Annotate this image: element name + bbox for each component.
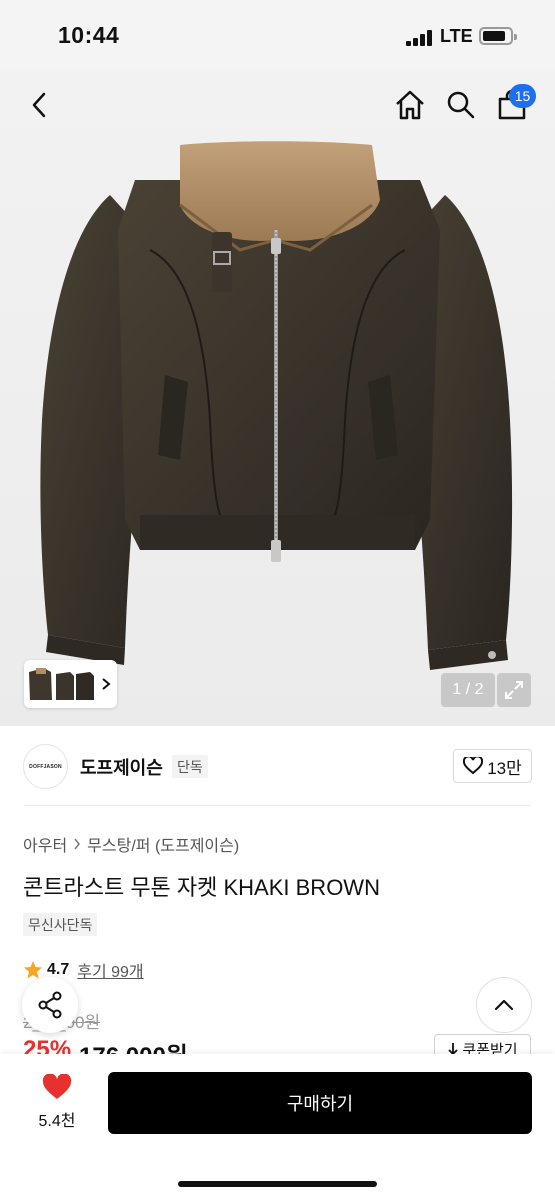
divider	[24, 805, 531, 806]
buy-button[interactable]: 구매하기	[108, 1072, 532, 1134]
exclusive-tag: 무신사단독	[23, 913, 98, 936]
expand-button[interactable]	[497, 673, 531, 707]
product-title: 콘트라스트 무톤 자켓 KHAKI BROWN	[23, 875, 380, 900]
brand-name[interactable]: 도프제이슨	[80, 754, 163, 780]
chevron-up-icon	[494, 999, 514, 1011]
wish-button[interactable]: 5.4천	[26, 1074, 88, 1134]
share-button[interactable]	[22, 977, 78, 1033]
network-label: LTE	[440, 26, 473, 46]
heart-outline-icon	[463, 757, 484, 775]
home-indicator	[178, 1181, 377, 1187]
status-time: 10:44	[58, 22, 120, 48]
star-icon	[24, 961, 42, 979]
heart-filled-icon	[42, 1074, 72, 1099]
reviews-link[interactable]: 후기 99개	[77, 958, 143, 982]
breadcrumb: 아우터 무스탕/퍼 (도프제이슨)	[23, 832, 239, 856]
chevron-left-icon	[32, 92, 46, 118]
like-button[interactable]: 13만	[453, 749, 532, 783]
home-icon	[396, 90, 424, 120]
brand-logo-text: DOFFJASON	[29, 763, 62, 770]
home-button[interactable]	[386, 70, 434, 140]
signal-icon	[406, 30, 434, 46]
top-nav	[0, 70, 555, 140]
wish-count: 5.4천	[38, 1113, 76, 1130]
search-button[interactable]	[437, 70, 485, 140]
search-icon	[447, 91, 475, 119]
scroll-top-button[interactable]	[476, 977, 532, 1033]
breadcrumb-item[interactable]: 무스탕/퍼 (도프제이슨)	[87, 832, 239, 856]
product-image[interactable]	[0, 70, 555, 726]
chevron-right-icon	[102, 678, 111, 690]
like-count: 13만	[487, 758, 522, 778]
status-bar: 10:44 LTE	[0, 0, 555, 70]
battery-icon	[479, 27, 517, 45]
breadcrumb-item[interactable]: 아우터	[23, 832, 67, 856]
share-icon	[38, 991, 62, 1019]
jacket-illustration	[40, 141, 513, 670]
brand-logo[interactable]: DOFFJASON	[23, 744, 68, 789]
chevron-right-icon	[74, 838, 81, 850]
cart-count-badge: 15	[509, 84, 536, 108]
expand-icon	[505, 681, 523, 699]
image-page-counter: 1 / 2	[441, 673, 495, 707]
thumbnail-strip[interactable]	[24, 660, 117, 708]
back-button[interactable]	[16, 70, 64, 140]
brand-exclusive-badge: 단독	[172, 755, 208, 778]
